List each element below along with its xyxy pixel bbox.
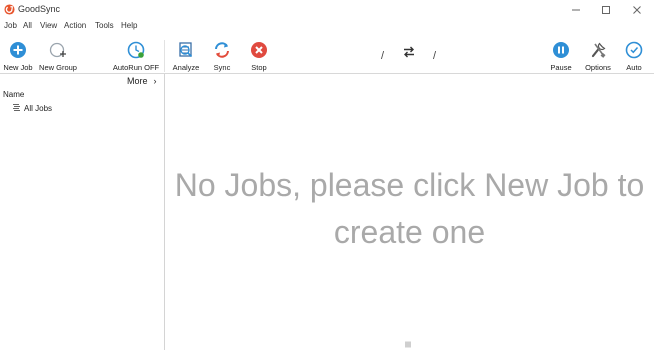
- stop-icon: [251, 42, 267, 58]
- options-label: Options: [585, 63, 611, 72]
- pause-label: Pause: [550, 63, 572, 72]
- new-job-label: New Job: [3, 63, 33, 72]
- window-title: GoodSync: [18, 4, 61, 14]
- clock-icon: [127, 41, 145, 59]
- pause-icon: [553, 42, 569, 58]
- name-column-header[interactable]: Name: [3, 90, 24, 99]
- jobs-list-icon: [13, 104, 20, 111]
- stop-button[interactable]: Stop: [247, 40, 271, 76]
- jobs-sidebar: More › Name All Jobs: [0, 74, 164, 350]
- new-job-button[interactable]: New Job: [3, 40, 33, 76]
- analyze-label: Analyze: [172, 63, 200, 72]
- analyze-button[interactable]: Analyze: [172, 40, 200, 76]
- pause-button[interactable]: Pause: [549, 40, 573, 76]
- analyze-icon: [179, 42, 193, 58]
- new-group-label: New Group: [39, 63, 77, 72]
- left-path[interactable]: /: [381, 50, 384, 62]
- menu-job[interactable]: Job: [4, 21, 17, 30]
- stop-label: Stop: [251, 63, 267, 72]
- close-icon: [633, 6, 641, 14]
- menu-view[interactable]: View: [40, 21, 57, 30]
- options-button[interactable]: Options: [583, 40, 613, 76]
- empty-state-line-1: No Jobs, please click New Job to: [174, 167, 645, 203]
- menu-action[interactable]: Action: [64, 21, 86, 30]
- sync-button[interactable]: Sync: [210, 40, 234, 76]
- minimize-icon: [572, 9, 580, 11]
- menu-all[interactable]: All: [23, 21, 32, 30]
- auto-label: Auto: [626, 63, 642, 72]
- title-bar: GoodSync: [0, 0, 654, 20]
- minimize-button[interactable]: [561, 0, 591, 20]
- sidebar-item-label: All Jobs: [24, 103, 53, 113]
- resize-grip-icon[interactable]: [405, 341, 412, 348]
- autorun-label: AutoRun OFF: [112, 63, 160, 72]
- empty-state-line-2: create one: [333, 214, 486, 250]
- more-label: More: [127, 76, 148, 86]
- sync-label: Sync: [213, 63, 231, 72]
- empty-state-message: No Jobs, please click New Job to create …: [165, 162, 654, 256]
- menu-help[interactable]: Help: [121, 21, 137, 30]
- swap-direction-icon[interactable]: [402, 45, 416, 59]
- app-window: GoodSync Job All View Action Tools Help …: [0, 0, 654, 350]
- plus-circle-icon: [10, 42, 26, 58]
- maximize-button[interactable]: [591, 0, 621, 20]
- sidebar-item-all-jobs[interactable]: All Jobs: [12, 103, 52, 113]
- auto-button[interactable]: Auto: [623, 40, 645, 76]
- new-group-button[interactable]: New Group: [38, 40, 78, 76]
- menu-bar: Job All View Action Tools Help: [0, 20, 654, 34]
- sync-icon: [215, 42, 229, 58]
- goodsync-logo-icon: [4, 4, 15, 15]
- tools-icon: [591, 42, 606, 58]
- new-group-icon: [49, 42, 66, 58]
- more-button[interactable]: More ›: [127, 76, 157, 86]
- toolbar-divider: [164, 40, 165, 72]
- auto-clock-icon: [625, 41, 643, 59]
- maximize-icon: [602, 6, 610, 14]
- autorun-button[interactable]: AutoRun OFF: [113, 40, 159, 76]
- main-content: No Jobs, please click New Job to create …: [165, 74, 654, 350]
- right-path[interactable]: /: [433, 50, 436, 62]
- close-button[interactable]: [622, 0, 652, 20]
- menu-tools[interactable]: Tools: [95, 21, 114, 30]
- chevron-right-icon: ›: [153, 76, 157, 86]
